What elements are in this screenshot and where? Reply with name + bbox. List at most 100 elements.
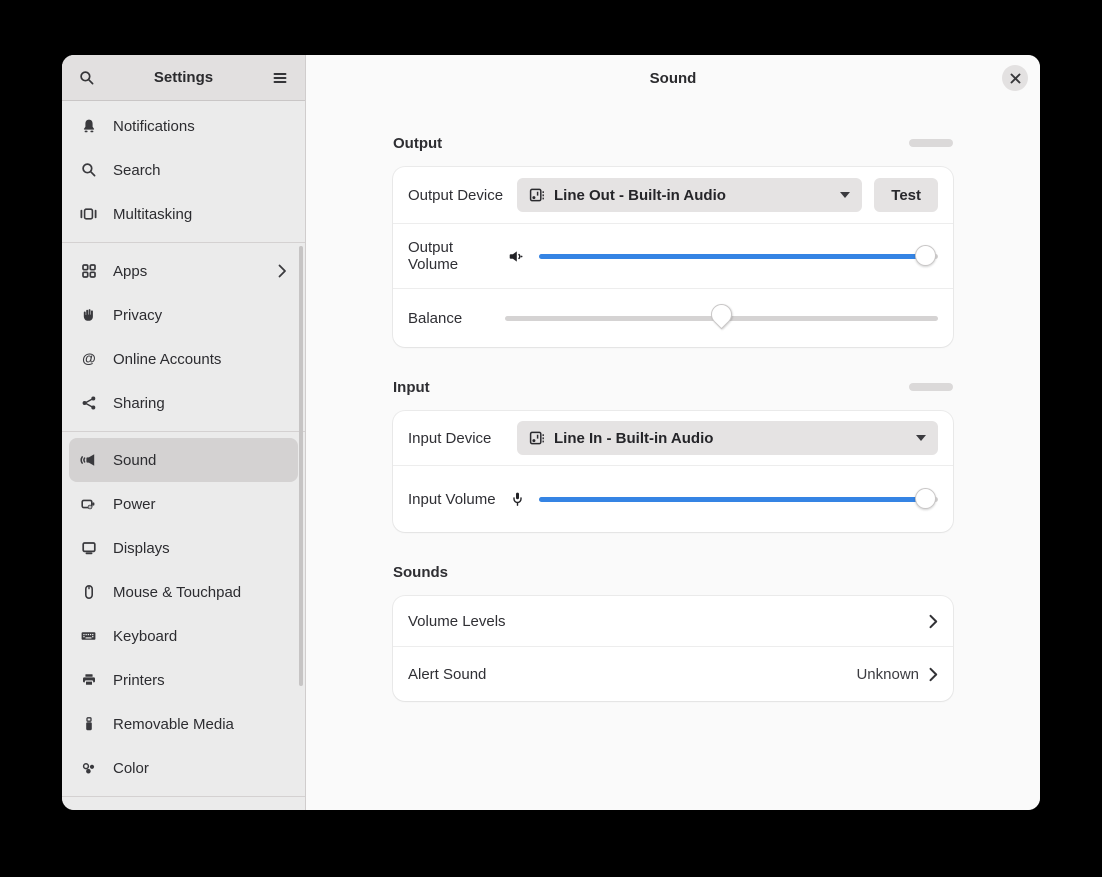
test-button[interactable]: Test — [874, 178, 938, 212]
slider-fill — [539, 497, 926, 502]
multitasking-icon — [80, 206, 97, 223]
hand-icon — [80, 307, 97, 324]
sidebar-item-label: Removable Media — [113, 716, 287, 733]
input-section: Input Input Device Line In - Built-in Au… — [393, 377, 953, 532]
close-window-button[interactable] — [1002, 65, 1028, 91]
volume-levels-row[interactable]: Volume Levels — [393, 596, 953, 646]
search-icon — [80, 162, 97, 179]
hamburger-menu-icon — [272, 70, 288, 86]
slider-track[interactable] — [539, 497, 938, 502]
sidebar-item-mouse-touchpad[interactable]: Mouse & Touchpad — [69, 570, 298, 614]
page-title: Sound — [650, 70, 697, 87]
sound-settings-content: Output Output Device Line Out - Built-in… — [306, 101, 1040, 810]
sidebar-headerbar: Settings — [62, 55, 305, 101]
alert-sound-value: Unknown — [856, 666, 919, 683]
battery-icon — [80, 496, 97, 513]
speaker-volume-icon — [505, 248, 529, 265]
share-icon — [80, 395, 97, 412]
sidebar-item-label: Multitasking — [113, 206, 287, 223]
output-volume-slider[interactable] — [539, 243, 938, 269]
balance-slider[interactable] — [505, 305, 938, 331]
output-volume-row: Output Volume — [393, 224, 953, 288]
monitor-icon — [80, 540, 97, 557]
audio-card-icon — [529, 187, 545, 203]
slider-track[interactable] — [539, 254, 938, 259]
input-volume-row: Input Volume — [393, 466, 953, 532]
sounds-section: Sounds Volume Levels Alert Sound Unkn — [393, 562, 953, 701]
sidebar-item-online-accounts[interactable]: @ Online Accounts — [69, 337, 298, 381]
chevron-right-icon — [929, 614, 938, 629]
output-volume-handle[interactable] — [915, 245, 936, 266]
output-volume-label: Output Volume — [408, 239, 505, 273]
sound-panel: Sound Output Output Device — [306, 55, 1040, 810]
chevron-right-icon — [278, 264, 287, 278]
alert-sound-row[interactable]: Alert Sound Unknown — [393, 647, 953, 701]
slider-fill — [539, 254, 926, 259]
sidebar-item-notifications[interactable]: Notifications — [69, 104, 298, 148]
sidebar-item-search[interactable]: Search — [69, 148, 298, 192]
output-device-label: Output Device — [408, 187, 505, 204]
input-device-row: Input Device Line In - Built-in Audio — [393, 411, 953, 465]
sidebar-separator — [62, 796, 305, 797]
sidebar-item-color[interactable]: Color — [69, 746, 298, 790]
output-card: Output Device Line Out - Built-in Audio … — [393, 167, 953, 347]
sidebar-item-label: Online Accounts — [113, 351, 287, 368]
sidebar-item-label: Keyboard — [113, 628, 287, 645]
input-volume-slider[interactable] — [539, 486, 938, 512]
sidebar-item-label: Search — [113, 162, 287, 179]
sidebar-item-label: Notifications — [113, 118, 287, 135]
caret-down-icon — [840, 192, 850, 198]
output-device-row: Output Device Line Out - Built-in Audio … — [393, 167, 953, 223]
sidebar-item-label: Mouse & Touchpad — [113, 584, 287, 601]
close-icon — [1010, 73, 1021, 84]
search-button[interactable] — [72, 63, 102, 93]
chevron-right-icon — [929, 667, 938, 682]
sidebar-item-displays[interactable]: Displays — [69, 526, 298, 570]
mouse-icon — [80, 584, 97, 601]
volume-levels-label: Volume Levels — [408, 613, 929, 630]
input-card: Input Device Line In - Built-in Audio — [393, 411, 953, 532]
caret-down-icon — [916, 435, 926, 441]
usb-stick-icon — [80, 716, 97, 733]
input-volume-label: Input Volume — [408, 491, 505, 508]
sounds-heading: Sounds — [393, 564, 448, 581]
sidebar-item-removable-media[interactable]: Removable Media — [69, 702, 298, 746]
balance-handle[interactable] — [706, 300, 736, 330]
printer-icon — [80, 672, 97, 689]
input-volume-handle[interactable] — [915, 488, 936, 509]
main-menu-button[interactable] — [265, 63, 295, 93]
sidebar-item-privacy[interactable]: Privacy — [69, 293, 298, 337]
main-headerbar: Sound — [306, 55, 1040, 101]
sidebar-item-label: Sharing — [113, 395, 287, 412]
output-device-dropdown[interactable]: Line Out - Built-in Audio — [517, 178, 862, 212]
output-device-value: Line Out - Built-in Audio — [554, 187, 726, 204]
sidebar-item-label: Sound — [113, 452, 287, 469]
input-level-meter — [909, 383, 953, 391]
sidebar-item-keyboard[interactable]: Keyboard — [69, 614, 298, 658]
sidebar-item-apps[interactable]: Apps — [69, 249, 298, 293]
at-sign-icon: @ — [80, 351, 97, 368]
sounds-card: Volume Levels Alert Sound Unknown — [393, 596, 953, 701]
sidebar-item-multitasking[interactable]: Multitasking — [69, 192, 298, 236]
apps-grid-icon — [80, 263, 97, 280]
balance-label: Balance — [408, 310, 505, 327]
sidebar-item-power[interactable]: Power — [69, 482, 298, 526]
output-section: Output Output Device Line Out - Built-in… — [393, 133, 953, 347]
bell-icon — [80, 118, 97, 135]
input-device-dropdown[interactable]: Line In - Built-in Audio — [517, 421, 938, 455]
search-icon — [79, 70, 95, 86]
input-heading: Input — [393, 379, 430, 396]
sidebar-item-label: Printers — [113, 672, 287, 689]
sidebar-scrollbar[interactable] — [299, 246, 303, 686]
balance-row: Balance — [393, 289, 953, 347]
sidebar-item-sharing[interactable]: Sharing — [69, 381, 298, 425]
audio-card-icon — [529, 430, 545, 446]
input-device-value: Line In - Built-in Audio — [554, 430, 713, 447]
sidebar-item-printers[interactable]: Printers — [69, 658, 298, 702]
color-circles-icon — [80, 760, 97, 777]
sidebar: Settings Notifications Search — [62, 55, 306, 810]
sidebar-item-sound[interactable]: Sound — [69, 438, 298, 482]
sidebar-item-label: Color — [113, 760, 287, 777]
output-level-meter — [909, 139, 953, 147]
microphone-icon — [505, 491, 529, 508]
